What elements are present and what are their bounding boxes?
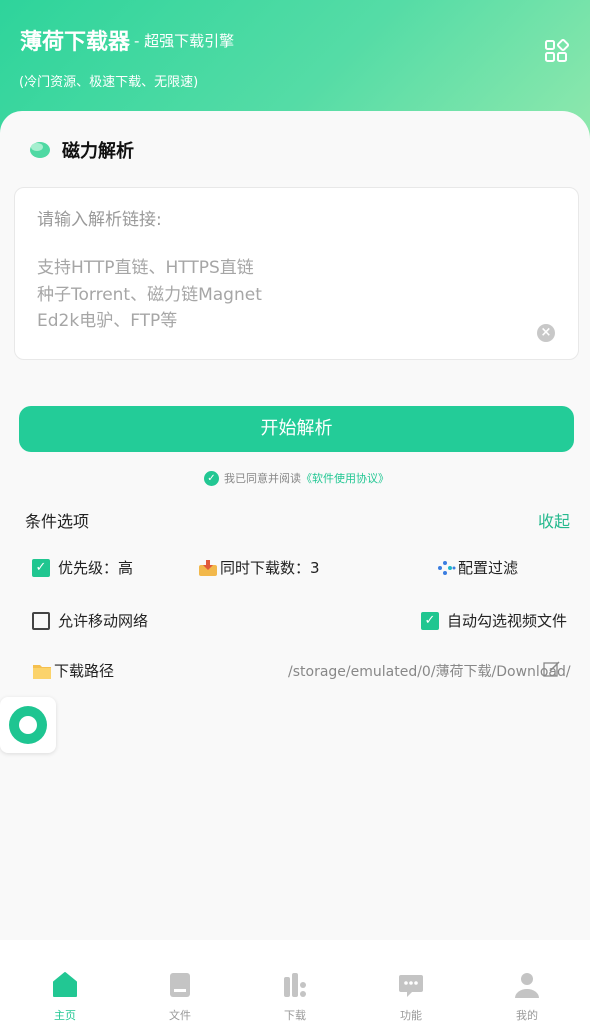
- tab-home[interactable]: 主页: [6, 940, 124, 1029]
- checkbox-checked-icon[interactable]: ✓: [32, 558, 50, 577]
- download-path-label: 下载路径: [54, 662, 115, 680]
- home-icon: [53, 972, 77, 997]
- checkbox-empty-icon[interactable]: [32, 611, 50, 630]
- tab-features[interactable]: 功能: [352, 940, 470, 1029]
- user-icon: [515, 973, 539, 998]
- apps-grid-icon[interactable]: [544, 39, 570, 63]
- clear-icon[interactable]: ×: [537, 324, 555, 342]
- tab-profile[interactable]: 我的: [468, 940, 586, 1029]
- mobile-network-label: 允许移动网络: [58, 612, 149, 630]
- input-hint: Ed2k电驴、FTP等: [37, 311, 178, 331]
- app-subtitle: - 超强下载引擎: [134, 32, 235, 50]
- compass-icon: [9, 706, 47, 744]
- start-parse-button[interactable]: 开始解析: [19, 406, 574, 452]
- filter-icon: [438, 560, 456, 575]
- mobile-network-option[interactable]: 允许移动网络: [32, 610, 148, 631]
- priority-label: 优先级：高: [58, 559, 134, 577]
- agreement-text: 我已同意并阅读: [224, 472, 301, 485]
- options-title: 条件选项: [25, 512, 90, 531]
- edit-icon[interactable]: [543, 660, 561, 678]
- tab-label: 文件: [169, 1009, 191, 1022]
- app-title: 薄荷下载器: [20, 30, 131, 55]
- auto-select-video-option[interactable]: ✓ 自动勾选视频文件: [421, 610, 567, 631]
- tab-label: 主页: [54, 1009, 76, 1022]
- concurrent-option[interactable]: 同时下载数：3: [198, 557, 320, 578]
- auto-select-video-label: 自动勾选视频文件: [447, 612, 568, 630]
- tab-label: 我的: [516, 1009, 538, 1022]
- input-hint: 支持HTTP直链、HTTPS直链: [37, 258, 254, 278]
- tab-label: 功能: [400, 1009, 422, 1022]
- folder-icon: [33, 664, 51, 679]
- input-hint: 种子Torrent、磁力链Magnet: [37, 285, 262, 305]
- collapse-button[interactable]: 收起: [538, 508, 570, 532]
- tab-downloads[interactable]: 下载: [236, 940, 354, 1029]
- link-input[interactable]: 请输入解析链接: 支持HTTP直链、HTTPS直链 种子Torrent、磁力链M…: [14, 187, 579, 360]
- filter-option[interactable]: 配置过滤: [436, 557, 518, 578]
- concurrent-label: 同时下载数：3: [220, 559, 320, 577]
- check-circle-icon[interactable]: ✓: [204, 470, 219, 486]
- checkbox-checked-icon[interactable]: ✓: [421, 611, 439, 630]
- download-box-icon: [199, 559, 217, 576]
- priority-option[interactable]: ✓ 优先级：高: [32, 557, 133, 578]
- input-placeholder: 请输入解析链接:: [37, 210, 162, 230]
- book-icon: [170, 973, 190, 997]
- section-header: 磁力解析: [28, 137, 134, 163]
- tab-files[interactable]: 文件: [121, 940, 239, 1029]
- chat-icon: [399, 975, 423, 997]
- bar-chart-icon: [284, 973, 306, 997]
- bottom-tab-bar: 主页 文件 下载 功能 我的: [0, 940, 590, 1029]
- gem-icon: [30, 142, 50, 158]
- section-title: 磁力解析: [62, 141, 134, 162]
- agreement-link[interactable]: 《软件使用协议》: [301, 470, 389, 486]
- tab-label: 下载: [284, 1009, 306, 1022]
- filter-label: 配置过滤: [458, 559, 519, 577]
- app-tagline: (冷门资源、极速下载、无限速): [19, 75, 199, 90]
- download-path-option[interactable]: 下载路径: [32, 660, 114, 681]
- floating-action-button[interactable]: [0, 697, 56, 753]
- agreement-row[interactable]: ✓ 我已同意并阅读 《软件使用协议》: [204, 470, 389, 486]
- download-path-value: /storage/emulated/0/薄荷下载/Download/: [288, 664, 571, 680]
